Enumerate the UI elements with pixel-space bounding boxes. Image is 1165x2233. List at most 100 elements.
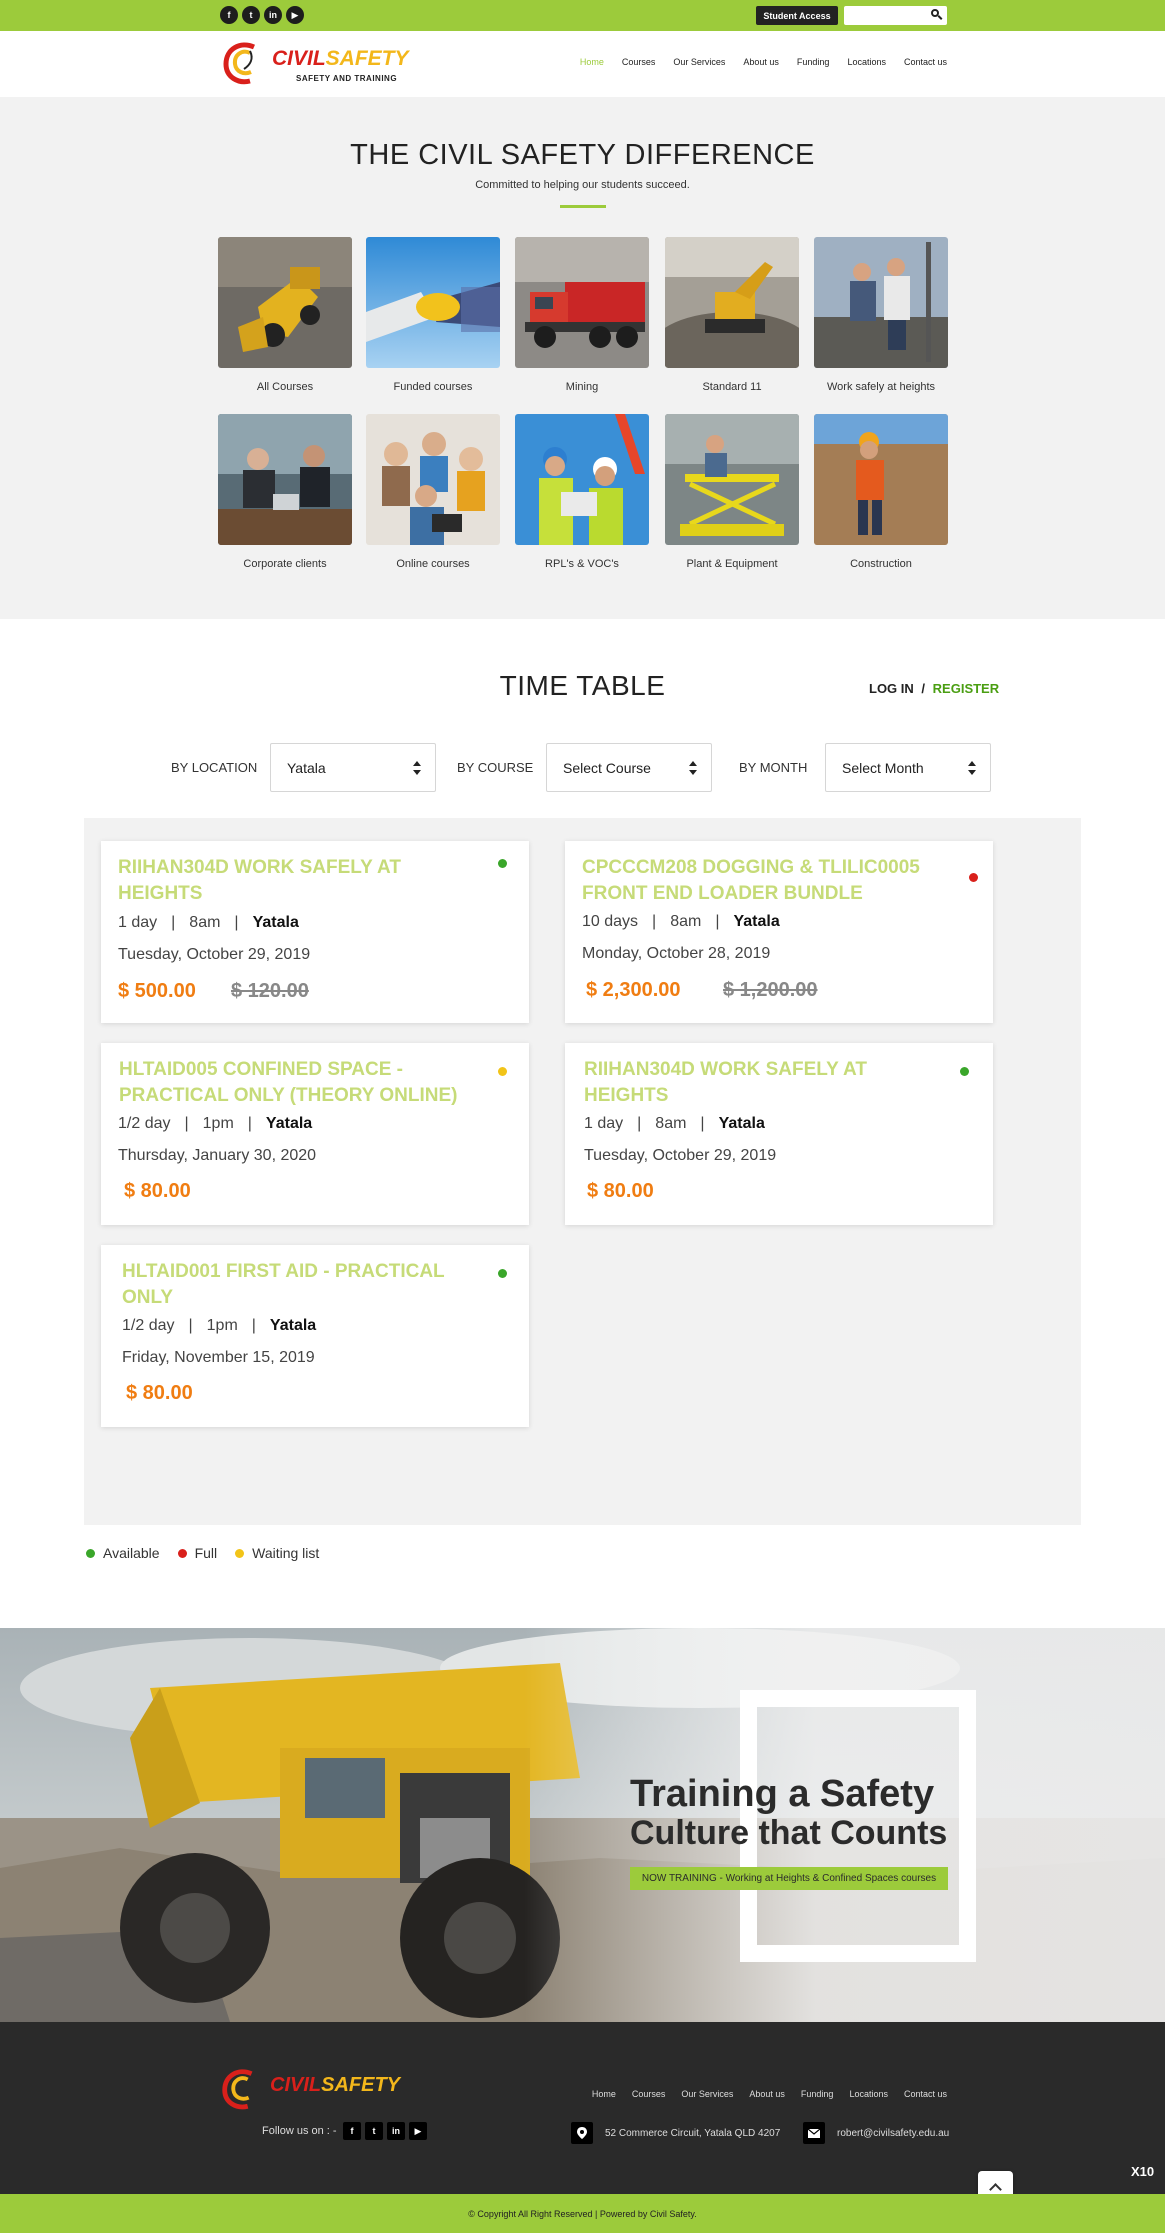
course-filter-label: BY COURSE — [457, 760, 534, 775]
category-funded-courses[interactable]: Funded courses — [366, 237, 500, 393]
footer-logo[interactable]: CIVILSAFETY — [218, 2066, 428, 2112]
follow-us-label: Follow us on : - — [262, 2125, 337, 2137]
footer-nav-our-services[interactable]: Our Services — [681, 2089, 733, 2099]
category-online-courses[interactable]: Online courses — [366, 414, 500, 570]
envelope-icon — [803, 2122, 825, 2144]
course-card[interactable]: HLTAID001 FIRST AID - PRACTICAL ONLY 1/2… — [101, 1245, 529, 1427]
linkedin-icon[interactable]: in — [264, 6, 282, 24]
youtube-icon[interactable]: ▶ — [409, 2122, 427, 2140]
footer-nav-locations[interactable]: Locations — [849, 2089, 888, 2099]
course-card[interactable]: RIIHAN304D WORK SAFELY AT HEIGHTS 1 day |… — [565, 1043, 993, 1225]
map-pin-icon — [571, 2122, 593, 2144]
course-card[interactable]: RIIHAN304D WORK SAFELY AT HEIGHTS 1 day |… — [101, 841, 529, 1023]
category-label: Mining — [565, 381, 599, 393]
loader-photo-icon[interactable] — [218, 237, 352, 368]
facebook-icon[interactable]: f — [220, 6, 238, 24]
footer-nav-contact-us[interactable]: Contact us — [904, 2089, 947, 2099]
footer-nav-courses[interactable]: Courses — [632, 2089, 666, 2099]
footer-nav-home[interactable]: Home — [592, 2089, 616, 2099]
category-corporate-clients[interactable]: Corporate clients — [218, 414, 352, 570]
register-link[interactable]: REGISTER — [933, 681, 999, 696]
course-meta: 1 day | 8am | Yatala — [118, 914, 299, 931]
full-dot-icon — [177, 1548, 187, 1558]
nav-funding[interactable]: Funding — [797, 57, 830, 67]
site-logo[interactable]: CIVILSAFETY SAFETY AND TRAINING — [220, 39, 440, 89]
footer-nav-funding[interactable]: Funding — [801, 2089, 834, 2099]
category-rpl-voc[interactable]: RPL's & VOC's — [515, 414, 649, 570]
category-label: Corporate clients — [243, 558, 327, 570]
month-select-value: Select Month — [842, 760, 924, 776]
student-access-button[interactable]: Student Access — [756, 6, 838, 25]
course-date: Thursday, January 30, 2020 — [118, 1147, 317, 1164]
footer-social-links: f t in ▶ — [343, 2122, 427, 2140]
twitter-icon[interactable]: t — [365, 2122, 383, 2140]
title-underline — [560, 205, 606, 208]
nav-our-services[interactable]: Our Services — [673, 57, 725, 67]
month-select[interactable]: Select Month — [825, 743, 991, 792]
course-card[interactable]: CPCCCM208 DOGGING & TLILIC0005 FRONT END… — [565, 841, 993, 1023]
legend-available: Available — [86, 1545, 160, 1561]
category-plant-equipment[interactable]: Plant & Equipment — [665, 414, 799, 570]
auth-divider: / — [921, 681, 926, 696]
course-meta: 1 day | 8am | Yatala — [584, 1115, 765, 1132]
course-title[interactable]: RIIHAN304D WORK SAFELY AT HEIGHTS — [118, 855, 448, 907]
course-meta: 1/2 day | 1pm | Yatala — [122, 1317, 317, 1334]
status-legend: Available Full Waiting list — [86, 1545, 319, 1561]
meeting-photo-icon[interactable] — [218, 414, 352, 545]
footer: CIVILSAFETY Follow us on : - f t in ▶ Ho… — [0, 2022, 1165, 2194]
footer-email[interactable]: robert@civilsafety.edu.au — [803, 2122, 949, 2144]
truck-photo-icon[interactable] — [515, 237, 649, 368]
footer-nav-about-us[interactable]: About us — [749, 2089, 785, 2099]
facebook-icon[interactable]: f — [343, 2122, 361, 2140]
category-all-courses[interactable]: All Courses — [218, 237, 352, 393]
nav-locations[interactable]: Locations — [847, 57, 886, 67]
select-arrows-icon — [689, 761, 697, 775]
category-work-safely-at-heights[interactable]: Work safely at heights — [814, 237, 948, 393]
banner-cta-tag[interactable]: NOW TRAINING - Working at Heights & Conf… — [630, 1867, 948, 1890]
course-meta: 10 days | 8am | Yatala — [582, 913, 780, 930]
footer-address: 52 Commerce Circuit, Yatala QLD 4207 — [571, 2122, 780, 2144]
select-arrows-icon — [968, 761, 976, 775]
category-label: Standard 11 — [702, 381, 762, 393]
logo-wordmark: CIVILSAFETY — [272, 47, 409, 70]
nav-courses[interactable]: Courses — [622, 57, 656, 67]
copyright-text: © Copyright All Right Reserved | Powered… — [468, 2209, 697, 2219]
course-price: $ 80.00 — [124, 1180, 191, 1202]
category-construction[interactable]: Construction — [814, 414, 948, 570]
nav-about-us[interactable]: About us — [743, 57, 779, 67]
students-photo-icon[interactable] — [366, 414, 500, 545]
excavator-photo-icon[interactable] — [665, 237, 799, 368]
course-select[interactable]: Select Course — [546, 743, 712, 792]
linkedin-icon[interactable]: in — [387, 2122, 405, 2140]
course-date: Monday, October 28, 2019 — [582, 945, 771, 962]
logo-tagline: SAFETY AND TRAINING — [296, 74, 398, 83]
category-standard-11[interactable]: Standard 11 — [665, 237, 799, 393]
course-title[interactable]: CPCCCM208 DOGGING & TLILIC0005 FRONT END… — [582, 855, 952, 907]
course-title[interactable]: HLTAID001 FIRST AID - PRACTICAL ONLY — [122, 1259, 452, 1311]
banner-headline-2: Culture that Counts — [630, 1814, 948, 1852]
status-waiting-dot — [498, 1067, 507, 1076]
twitter-icon[interactable]: t — [242, 6, 260, 24]
search-icon[interactable] — [931, 9, 939, 17]
difference-section: THE CIVIL SAFETY DIFFERENCE Committed to… — [0, 97, 1165, 619]
location-select[interactable]: Yatala — [270, 743, 436, 792]
search-input[interactable] — [844, 6, 947, 25]
workers-photo-icon[interactable] — [814, 237, 948, 368]
status-full-dot — [969, 873, 978, 882]
youtube-icon[interactable]: ▶ — [286, 6, 304, 24]
month-filter-label: BY MONTH — [739, 760, 808, 775]
scissor-lift-photo-icon[interactable] — [665, 414, 799, 545]
category-mining[interactable]: Mining — [515, 237, 649, 393]
handshake-photo-icon[interactable] — [366, 237, 500, 368]
course-card[interactable]: HLTAID005 CONFINED SPACE - PRACTICAL ONL… — [101, 1043, 529, 1225]
construction-photo-icon[interactable] — [814, 414, 948, 545]
category-label: Plant & Equipment — [686, 558, 778, 570]
login-link[interactable]: LOG IN — [869, 681, 914, 696]
nav-home[interactable]: Home — [580, 57, 604, 67]
course-title[interactable]: HLTAID005 CONFINED SPACE - PRACTICAL ONL… — [119, 1057, 489, 1109]
nav-contact-us[interactable]: Contact us — [904, 57, 947, 67]
engineers-photo-icon[interactable] — [515, 414, 649, 545]
course-date: Tuesday, October 29, 2019 — [118, 946, 311, 963]
course-title[interactable]: RIIHAN304D WORK SAFELY AT HEIGHTS — [584, 1057, 914, 1109]
status-available-dot — [960, 1067, 969, 1076]
